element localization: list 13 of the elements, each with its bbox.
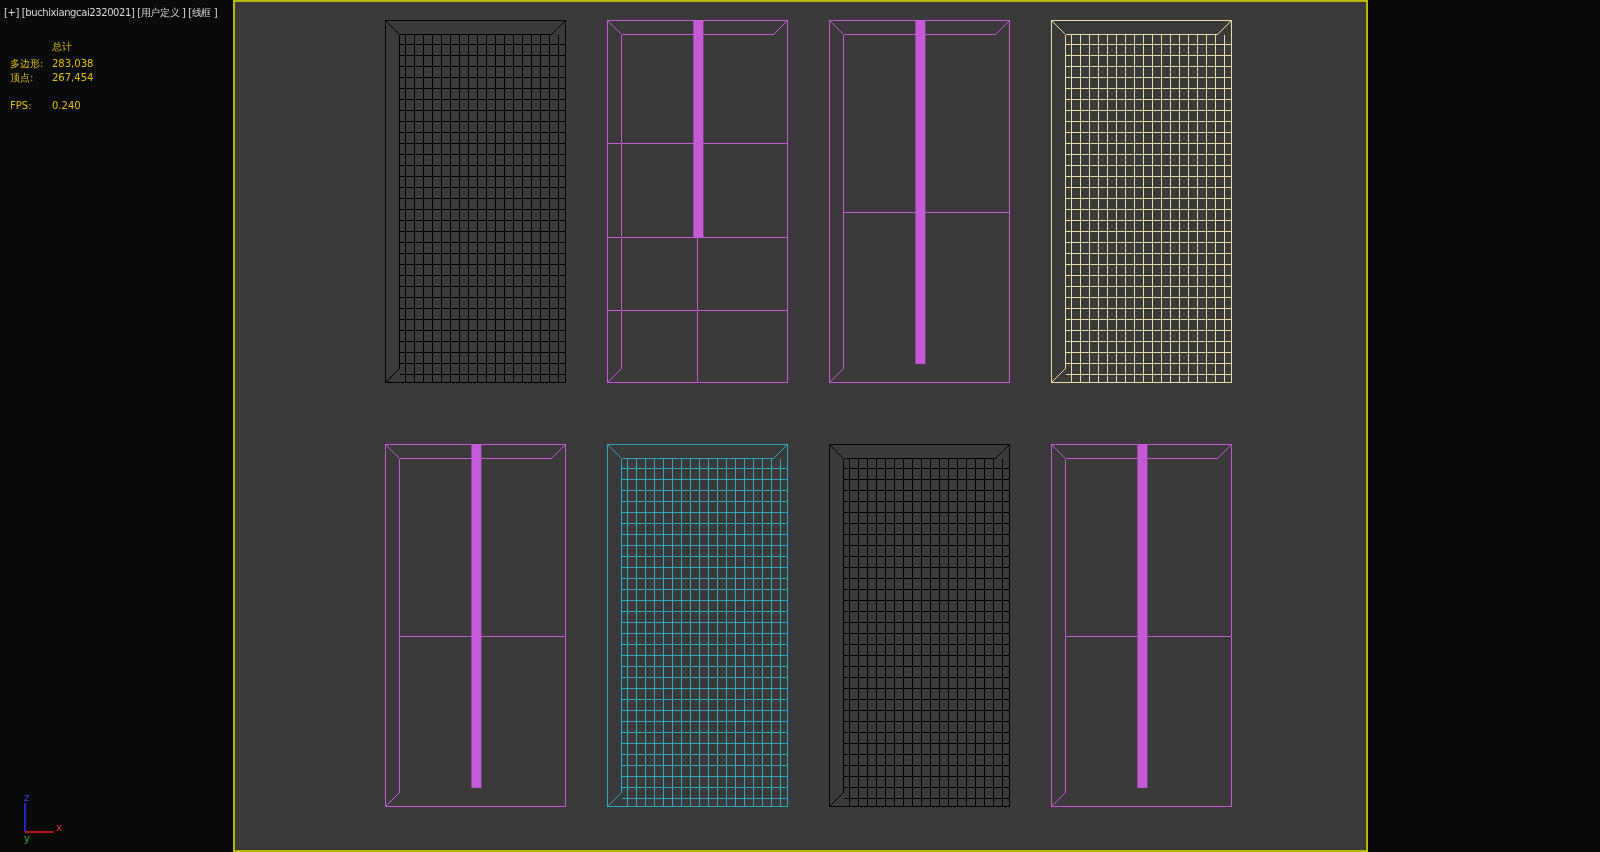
axis-label: y [24,833,31,844]
stats-heading: 总计 [51,40,73,54]
axis-label: z [24,792,31,803]
axis-label: x [56,822,62,833]
fps-value: 0.240 [52,99,81,113]
stat-value: 267,454 [52,71,94,85]
viewport-label[interactable]: [+] [buchixiangcai2320021] [用户定义 ] [线框 ] [4,6,233,20]
stat-value: 283,038 [52,57,94,71]
axis-gizmo-icon [24,803,54,833]
stat-label: 多边形: [10,57,45,71]
fps-label: FPS: [10,99,33,113]
viewport[interactable] [233,0,1368,852]
stat-label: 顶点: [10,71,35,85]
